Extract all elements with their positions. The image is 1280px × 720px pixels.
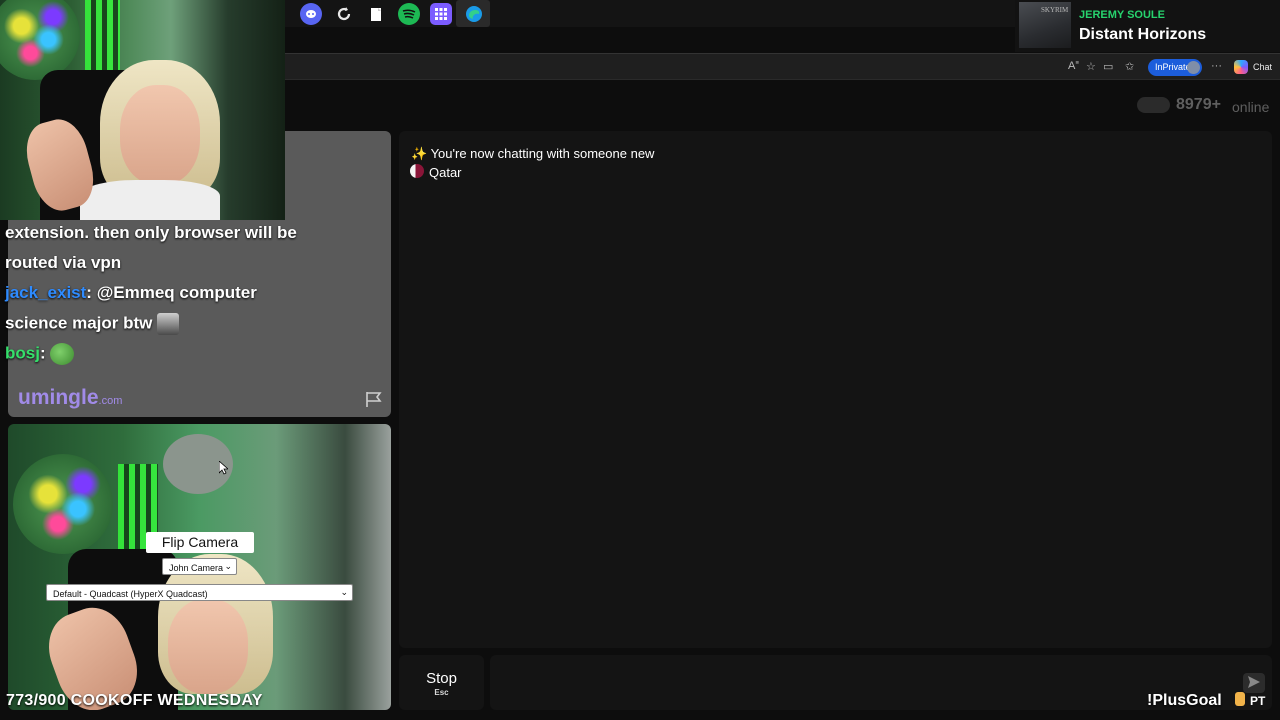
- inprivate-badge[interactable]: InPrivate: [1148, 59, 1202, 76]
- qatar-flag-icon: [410, 164, 424, 178]
- discord-icon[interactable]: [300, 3, 322, 25]
- chat-line: routed via vpn: [5, 253, 122, 272]
- chat-line: extension. then only browser will be: [5, 223, 297, 242]
- mouse-cursor-icon: [219, 461, 228, 475]
- stream-goal-text: 773/900 COOKOFF WEDNESDAY: [6, 692, 263, 709]
- site-logo[interactable]: umingle.com: [18, 386, 122, 410]
- system-message: ✨ You're now chatting with someone new: [411, 146, 655, 161]
- browser-toolbar: A≡ ☆ ▭ ✩ InPrivate ··· Chat: [285, 53, 1280, 80]
- emote-icon: [157, 313, 180, 335]
- favorites-icon[interactable]: ✩: [1125, 60, 1134, 73]
- sparkle-icon: ✨: [411, 146, 428, 161]
- notepad-icon[interactable]: [365, 3, 387, 25]
- shirt: [80, 180, 220, 220]
- face: [120, 85, 200, 185]
- profile-avatar: [1187, 61, 1200, 74]
- now-playing-title: Distant Horizons: [1079, 26, 1207, 43]
- now-playing-widget: SKYRIM JEREMY SOULE Distant Horizons: [1015, 0, 1280, 52]
- chevron-down-icon: ⌄: [224, 561, 232, 571]
- favorite-star-icon[interactable]: ☆: [1086, 60, 1096, 73]
- flip-camera-button[interactable]: Flip Camera: [146, 532, 254, 553]
- plusgoal-command-text: !PlusGoal: [1147, 692, 1222, 709]
- inprivate-label: InPrivate: [1155, 62, 1191, 72]
- album-art: SKYRIM: [1019, 2, 1071, 48]
- more-options-icon[interactable]: ···: [1211, 60, 1222, 72]
- pepe-emote-icon: [50, 343, 75, 365]
- report-flag-icon[interactable]: [365, 391, 383, 408]
- send-icon: [1248, 676, 1260, 688]
- chat-username: bosj: [5, 343, 40, 363]
- refresh-app-icon[interactable]: [333, 3, 355, 25]
- chat-text: @Emmeq computer: [96, 283, 257, 302]
- copilot-icon[interactable]: [1234, 60, 1248, 74]
- partner-country: Qatar: [429, 165, 462, 180]
- apps-grid-icon[interactable]: [430, 3, 452, 25]
- camera-select[interactable]: John Camera ⌄: [162, 558, 237, 575]
- split-screen-icon[interactable]: ▭: [1103, 60, 1113, 73]
- send-button[interactable]: [1243, 673, 1265, 693]
- pointing-hand-icon: [1235, 692, 1245, 706]
- chat-line: jack_exist: @Emmeq computer: [5, 283, 257, 302]
- chevron-down-icon: ⌄: [340, 587, 348, 597]
- plusgoal-badge: PT: [1250, 694, 1266, 708]
- edge-icon[interactable]: [463, 3, 485, 25]
- stop-label: Stop: [426, 670, 457, 687]
- online-toggle[interactable]: [1137, 97, 1170, 113]
- stop-shortcut-hint: Esc: [434, 688, 449, 697]
- chat-username: jack_exist: [5, 283, 87, 302]
- online-label: online: [1232, 99, 1270, 115]
- disco-ball: [0, 0, 80, 80]
- disco-ball: [13, 454, 113, 554]
- read-aloud-icon[interactable]: A≡: [1068, 60, 1079, 72]
- online-count: 8979+: [1176, 96, 1221, 113]
- stop-button[interactable]: Stop Esc: [399, 655, 484, 710]
- album-art-label: SKYRIM: [1041, 6, 1069, 14]
- chat-line: bosj:: [5, 343, 75, 365]
- microphone-select[interactable]: Default - Quadcast (HyperX Quadcast) ⌄: [46, 584, 353, 601]
- chat-line: science major btw: [5, 313, 180, 335]
- now-playing-artist: JEREMY SOULE: [1079, 9, 1165, 21]
- chat-text: science major btw: [5, 313, 153, 333]
- face: [168, 599, 248, 694]
- streamer-webcam: [0, 0, 285, 220]
- led-lights: [85, 0, 120, 80]
- copilot-chat-label[interactable]: Chat: [1253, 62, 1272, 72]
- spotify-icon[interactable]: [398, 3, 420, 25]
- chat-messages-area: [399, 131, 1272, 648]
